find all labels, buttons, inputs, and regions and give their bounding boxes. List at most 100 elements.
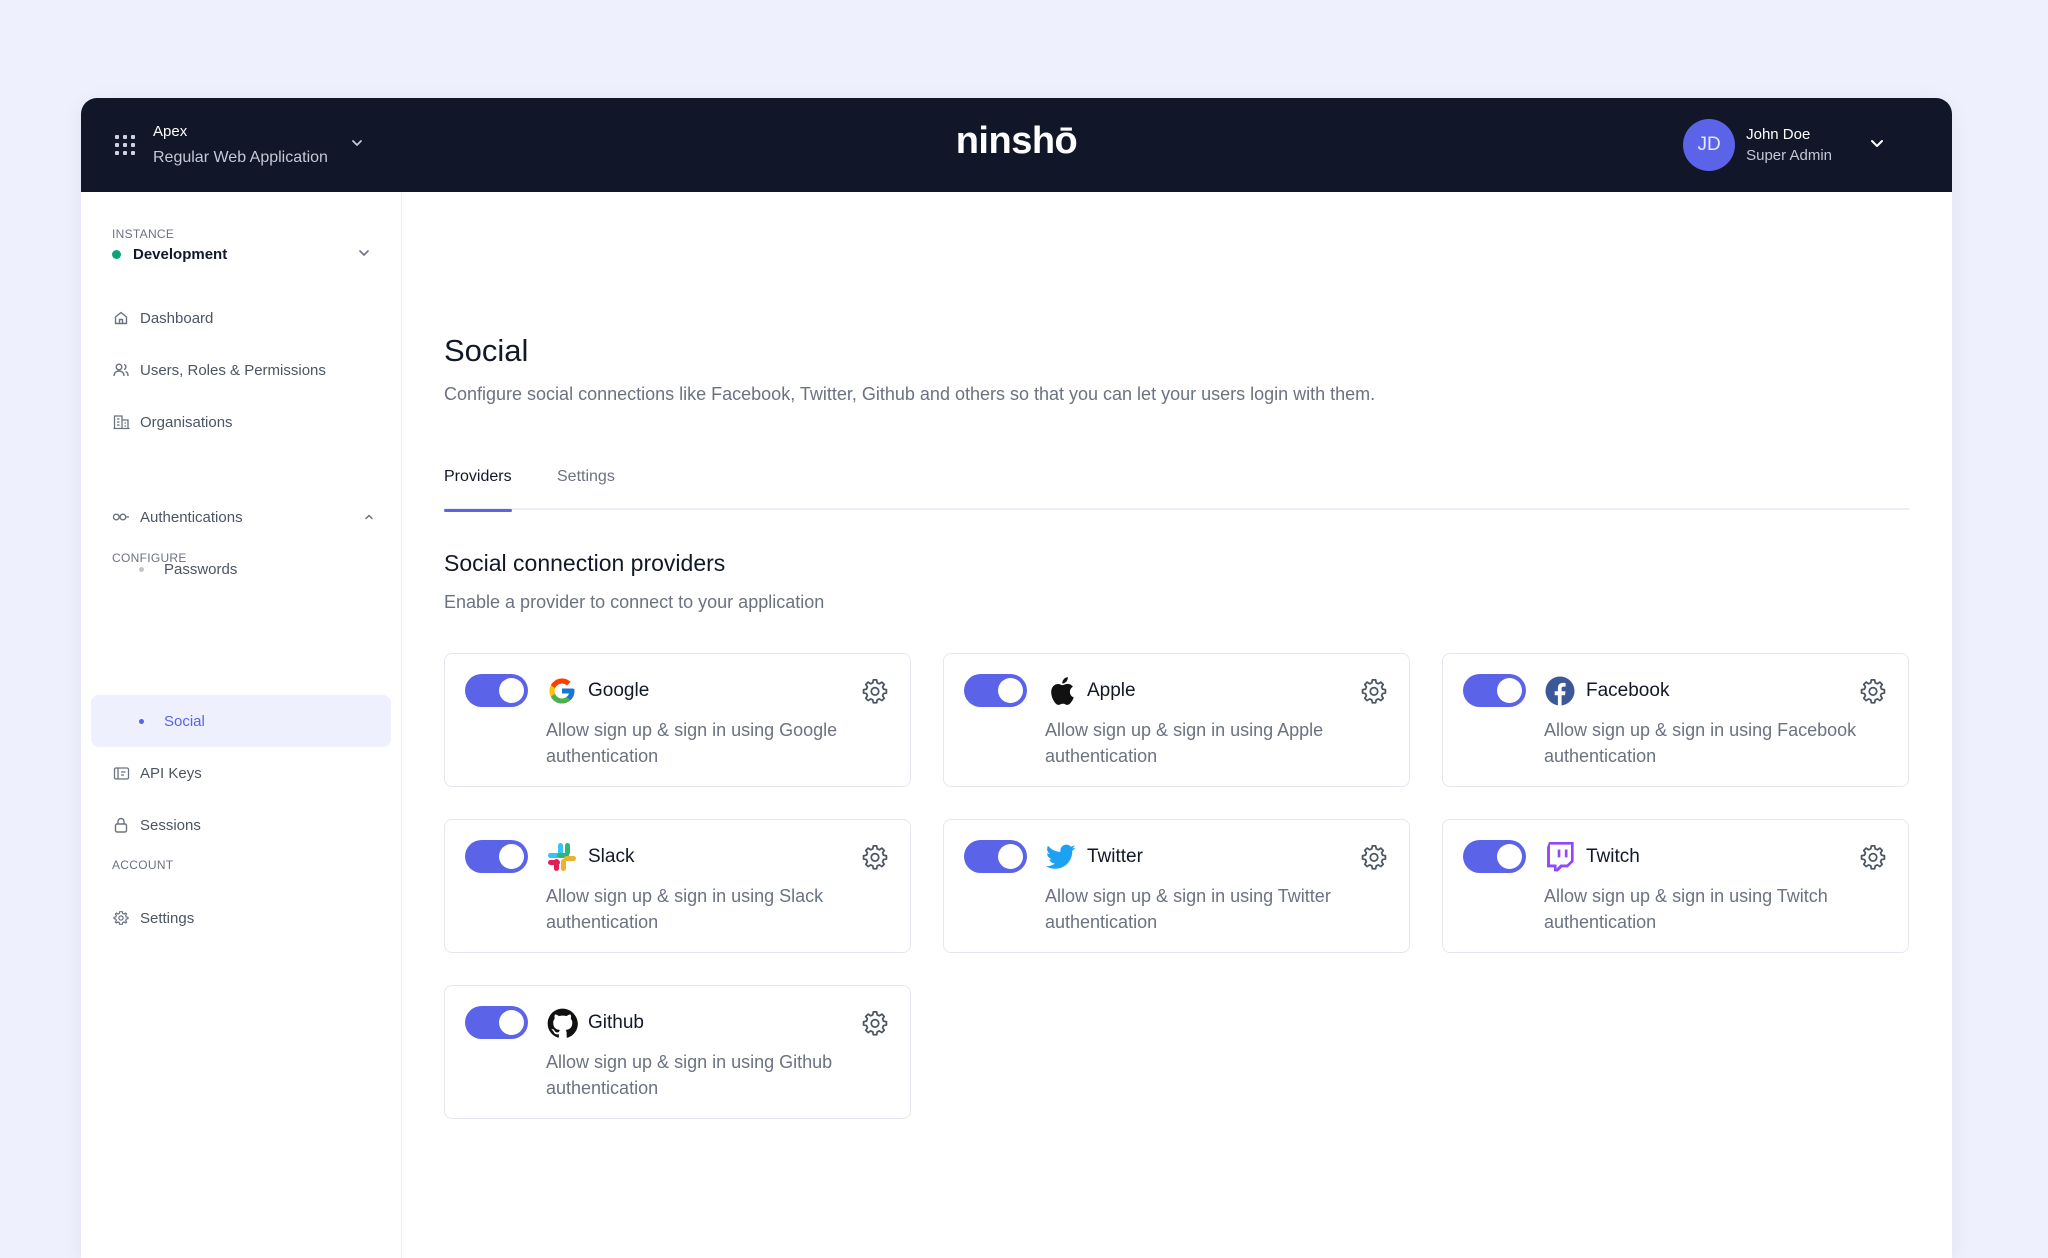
gear-icon[interactable] — [861, 677, 889, 705]
provider-description: Allow sign up & sign in using Twitter au… — [1045, 886, 1331, 932]
gear-icon[interactable] — [1859, 843, 1887, 871]
provider-card-apple: Apple Allow sign up & sign in using Appl… — [943, 653, 1410, 787]
lock-icon — [112, 816, 130, 834]
twitter-icon — [1045, 841, 1077, 873]
tab-bar: Providers Settings — [444, 464, 1909, 512]
instance-name: Development — [133, 245, 228, 263]
provider-card-github: Github Allow sign up & sign in using Git… — [444, 985, 911, 1119]
gear-icon — [112, 909, 130, 927]
sidebar-item-organisations[interactable]: Organisations — [91, 396, 391, 448]
sidebar-item-api-keys[interactable]: API Keys — [91, 747, 391, 799]
instance-selector[interactable]: Development — [112, 244, 371, 264]
section-title: Social connection providers — [444, 550, 726, 576]
sidebar-item-passwords[interactable]: Passwords — [91, 543, 391, 595]
toggle-knob — [1497, 678, 1522, 703]
provider-name: Slack — [588, 846, 635, 867]
twitch-icon — [1544, 841, 1576, 873]
chevron-up-icon — [363, 510, 375, 528]
provider-toggle[interactable] — [1463, 674, 1526, 707]
toggle-knob — [1497, 844, 1522, 869]
provider-card-twitch: Twitch Allow sign up & sign in using Twi… — [1442, 819, 1909, 953]
provider-description: Allow sign up & sign in using Slack auth… — [546, 886, 824, 932]
sidebar-item-label: Users, Roles & Permissions — [140, 361, 326, 379]
page-description: Configure social connections like Facebo… — [444, 384, 1376, 404]
main-content: Social Configure social connections like… — [403, 192, 1952, 1258]
section-description: Enable a provider to connect to your app… — [444, 592, 825, 612]
bullet-icon — [139, 566, 144, 572]
provider-card-facebook: Facebook Allow sign up & sign in using F… — [1442, 653, 1909, 787]
provider-toggle[interactable] — [1463, 840, 1526, 873]
api-key-icon — [112, 764, 130, 782]
tab-providers[interactable]: Providers — [444, 464, 512, 512]
chevron-down-icon — [357, 246, 371, 265]
tab-settings[interactable]: Settings — [557, 464, 615, 510]
provider-name: Facebook — [1586, 680, 1670, 701]
user-info: John Doe Super Admin — [1746, 127, 1832, 163]
key-icon — [112, 508, 130, 526]
toggle-knob — [499, 678, 524, 703]
provider-card-twitter: Twitter Allow sign up & sign in using Tw… — [943, 819, 1410, 953]
sidebar-item-users[interactable]: Users, Roles & Permissions — [91, 344, 391, 396]
github-icon — [546, 1007, 578, 1039]
top-bar: Apex Regular Web Application ninshō JD J… — [81, 98, 1952, 192]
facebook-icon — [1544, 675, 1576, 707]
logo: ninshō — [955, 120, 1078, 162]
provider-card-slack: Slack Allow sign up & sign in using Slac… — [444, 819, 911, 953]
provider-toggle[interactable] — [964, 674, 1027, 707]
provider-name: Twitter — [1087, 846, 1143, 867]
sidebar-item-label: Organisations — [140, 413, 233, 431]
toggle-knob — [499, 1010, 524, 1035]
gear-icon[interactable] — [1360, 843, 1388, 871]
provider-description: Allow sign up & sign in using Facebook a… — [1544, 720, 1857, 766]
provider-description: Allow sign up & sign in using Google aut… — [546, 720, 838, 766]
sidebar-item-label: Sessions — [140, 816, 201, 834]
provider-toggle[interactable] — [465, 674, 528, 707]
page-title: Social — [444, 333, 529, 368]
toggle-knob — [499, 844, 524, 869]
provider-toggle[interactable] — [964, 840, 1027, 873]
sidebar-item-dashboard[interactable]: Dashboard — [91, 292, 391, 344]
sidebar-item-authentications[interactable]: Authentications — [91, 491, 391, 543]
building-icon — [112, 413, 130, 431]
home-icon — [112, 309, 130, 327]
sidebar-item-label: Social — [164, 712, 205, 730]
gear-icon[interactable] — [1360, 677, 1388, 705]
chevron-down-icon — [1868, 134, 1886, 157]
sidebar-item-settings[interactable]: Settings — [91, 892, 391, 944]
provider-toggle[interactable] — [465, 1006, 528, 1039]
avatar: JD — [1683, 119, 1736, 171]
bullet-icon — [139, 718, 144, 724]
provider-description: Allow sign up & sign in using Apple auth… — [1045, 720, 1324, 766]
provider-name: Google — [588, 680, 650, 701]
instance-label: INSTANCE — [112, 227, 175, 241]
sidebar-item-label: Dashboard — [140, 309, 214, 327]
provider-description: Allow sign up & sign in using Twitch aut… — [1544, 886, 1828, 932]
user-role: Super Admin — [1746, 147, 1832, 164]
gear-icon[interactable] — [861, 843, 889, 871]
toggle-knob — [998, 844, 1023, 869]
apple-icon — [1045, 675, 1077, 707]
users-icon — [112, 361, 130, 379]
user-menu[interactable]: JD John Doe Super Admin — [1683, 118, 1886, 172]
gear-icon[interactable] — [1859, 677, 1887, 705]
user-name: John Doe — [1746, 126, 1811, 143]
sidebar-item-social[interactable]: Social — [91, 695, 391, 747]
sidebar: INSTANCE Development Dashboard Users, Ro… — [81, 192, 402, 1258]
google-icon — [546, 675, 578, 707]
gear-icon[interactable] — [861, 1009, 889, 1037]
provider-name: Twitch — [1586, 846, 1640, 867]
account-section-label: ACCOUNT — [112, 858, 174, 872]
sidebar-item-label: API Keys — [140, 764, 202, 782]
sidebar-item-label: Settings — [140, 909, 195, 927]
provider-description: Allow sign up & sign in using Github aut… — [546, 1052, 833, 1098]
status-dot — [112, 249, 121, 259]
slack-icon — [546, 841, 578, 873]
toggle-knob — [998, 678, 1023, 703]
app-window: Apex Regular Web Application ninshō JD J… — [81, 98, 1952, 1258]
provider-card-google: Google Allow sign up & sign in using Goo… — [444, 653, 911, 787]
provider-toggle[interactable] — [465, 840, 528, 873]
sidebar-item-label: Passwords — [164, 560, 238, 578]
sidebar-item-sessions[interactable]: Sessions — [91, 799, 391, 851]
provider-name: Github — [588, 1012, 644, 1033]
sidebar-item-label: Authentications — [140, 508, 243, 526]
